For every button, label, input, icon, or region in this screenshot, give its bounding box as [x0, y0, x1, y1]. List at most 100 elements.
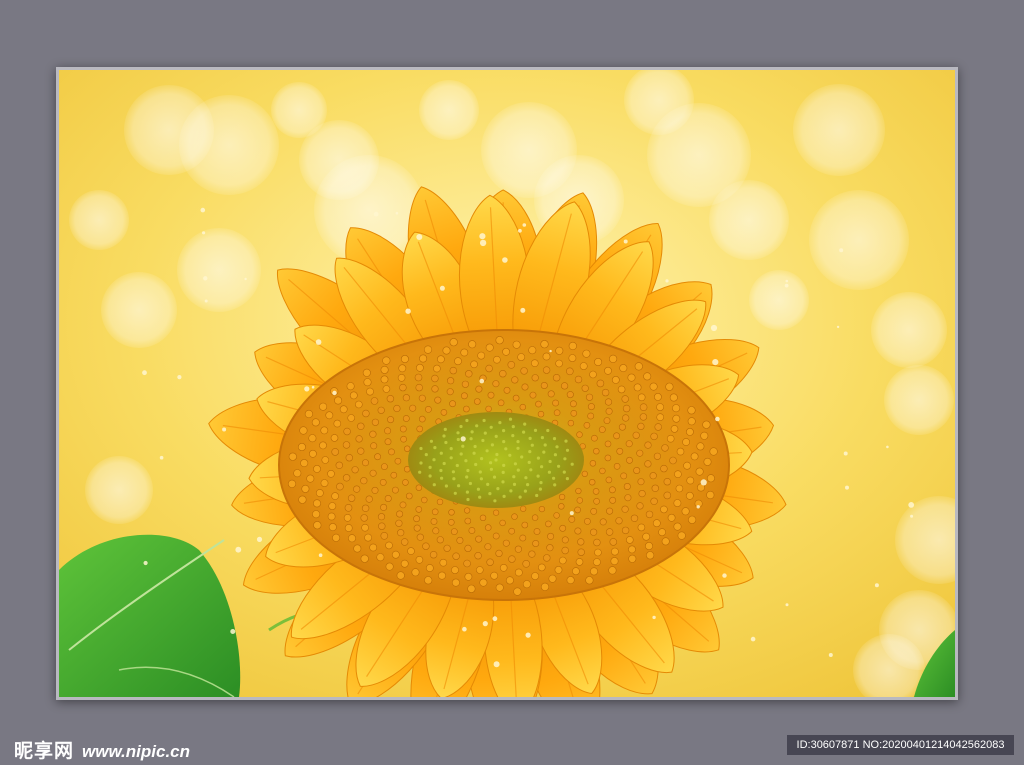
floret [395, 519, 403, 527]
floret [336, 482, 344, 491]
disk-floret [516, 446, 520, 450]
floret [581, 470, 588, 478]
disk-floret [472, 451, 476, 455]
bokeh-circle [101, 272, 177, 348]
disk-floret [452, 477, 456, 481]
floret [669, 393, 678, 402]
disk-floret [478, 495, 482, 499]
bokeh-circle [179, 95, 279, 195]
floret [572, 567, 580, 576]
floret [637, 422, 645, 431]
disk-floret [456, 431, 460, 435]
disk-floret [492, 475, 497, 479]
floret [353, 485, 361, 493]
disk-floret [516, 468, 520, 472]
floret [622, 404, 631, 413]
floret [637, 393, 646, 402]
floret [588, 479, 596, 486]
floret [332, 533, 341, 542]
floret [533, 528, 541, 535]
floret [474, 552, 482, 560]
floret [343, 513, 352, 522]
floret [470, 360, 478, 369]
floret [431, 508, 439, 516]
disk-floret [529, 468, 533, 472]
floret [661, 537, 670, 546]
floret [468, 527, 476, 534]
floret [390, 471, 398, 479]
floret [603, 417, 611, 424]
water-droplet [311, 385, 315, 389]
disk-floret [489, 461, 493, 465]
disk-floret [439, 451, 443, 455]
floret [677, 531, 686, 540]
floret [613, 432, 620, 440]
water-droplet [828, 653, 833, 657]
disk-floret [502, 494, 506, 498]
floret [499, 519, 506, 527]
water-droplet [839, 248, 844, 253]
floret [561, 536, 569, 544]
floret [645, 551, 655, 560]
floret [531, 514, 539, 521]
disk-floret [468, 481, 472, 486]
floret [587, 403, 595, 411]
floret [670, 425, 679, 433]
floret [384, 438, 392, 446]
floret [360, 514, 368, 522]
floret [632, 431, 640, 439]
floret [382, 356, 391, 365]
disk-floret [538, 487, 542, 491]
floret [617, 385, 626, 394]
floret [409, 404, 417, 412]
floret [548, 574, 557, 583]
disk-floret [553, 453, 557, 457]
water-droplet [569, 511, 574, 516]
disk-floret [542, 450, 546, 454]
bokeh-circle [884, 365, 954, 435]
floret [674, 470, 682, 479]
floret [651, 484, 659, 492]
floret [379, 478, 387, 486]
floret [451, 566, 459, 574]
floret [530, 359, 539, 368]
image-id-bar: ID:30607871 NO:20200401214042562083 [787, 735, 1014, 755]
floret [361, 459, 369, 467]
floret [514, 545, 523, 553]
disk-floret [481, 438, 485, 443]
floret [507, 360, 516, 369]
floret [402, 479, 409, 486]
floret [436, 536, 444, 544]
floret [479, 514, 487, 521]
disk-floret [553, 483, 557, 487]
disk-floret [469, 437, 473, 441]
water-droplet [784, 283, 789, 288]
floret [611, 547, 619, 556]
floret [601, 388, 610, 397]
disk-floret [470, 430, 474, 434]
disk-floret [489, 467, 493, 471]
floret [540, 582, 550, 592]
floret [377, 513, 386, 521]
floret [362, 368, 371, 377]
water-droplet [318, 553, 323, 557]
disk-floret [424, 453, 428, 457]
floret [621, 526, 630, 535]
floret [460, 348, 469, 357]
floret [566, 576, 575, 585]
floret [616, 447, 624, 455]
water-droplet [143, 560, 148, 566]
disk-floret [490, 443, 494, 447]
water-droplet [332, 390, 337, 396]
floret [520, 367, 528, 375]
disk-floret [479, 477, 483, 481]
disk-floret [502, 429, 506, 433]
floret [695, 467, 704, 476]
floret [537, 563, 546, 572]
floret [661, 444, 669, 452]
floret [591, 434, 598, 442]
floret [638, 490, 646, 498]
floret [609, 486, 616, 494]
disk-floret [502, 463, 506, 467]
floret [521, 383, 529, 391]
